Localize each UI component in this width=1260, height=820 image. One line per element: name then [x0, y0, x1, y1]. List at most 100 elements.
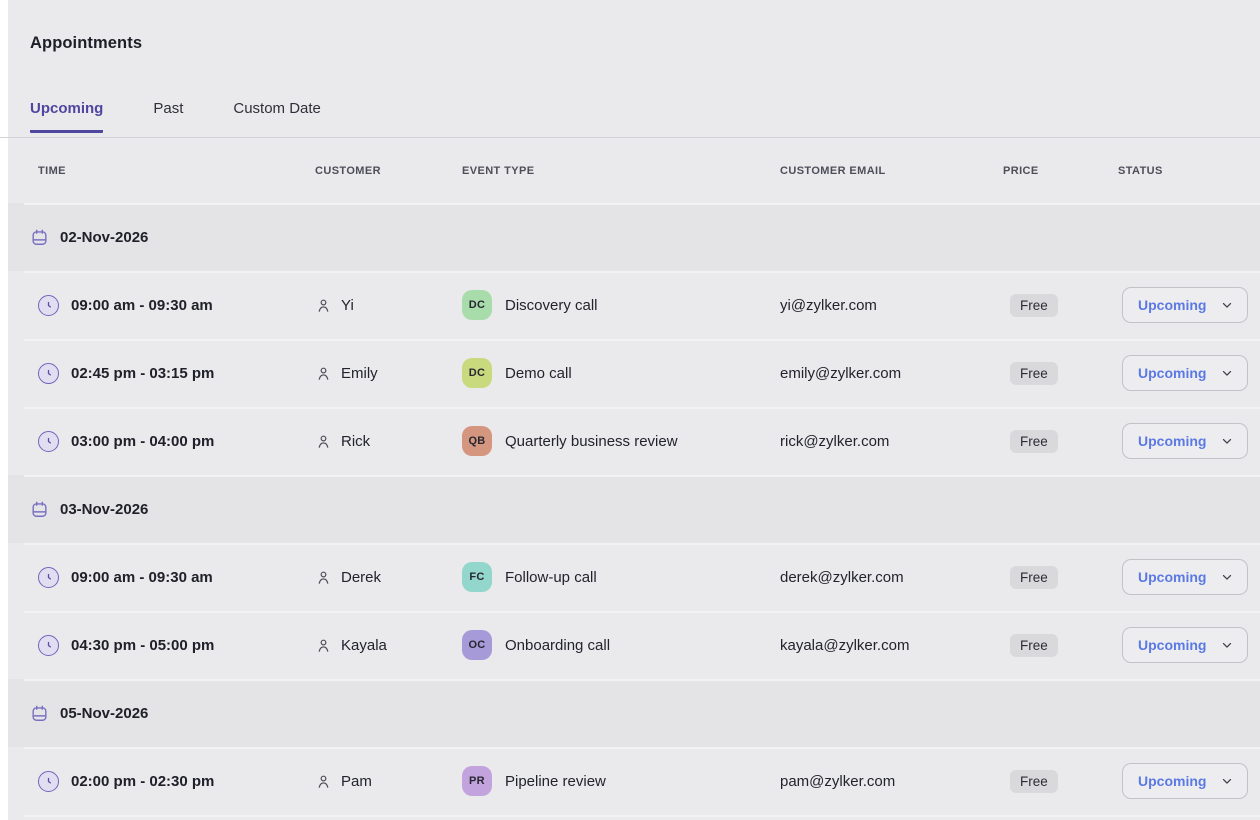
date-group-label: 03-Nov-2026	[60, 501, 148, 518]
customer-email: emily@zylker.com	[780, 365, 1003, 382]
appointment-time: 03:00 pm - 04:00 pm	[71, 433, 214, 450]
event-type-badge: PR	[462, 766, 492, 796]
clock-icon	[38, 363, 59, 384]
appointment-row[interactable]: 03:00 pm - 04:00 pm Rick QB Quarterly bu…	[8, 407, 1260, 475]
person-icon	[315, 569, 332, 586]
status-cell: Upcoming	[1118, 559, 1260, 595]
price-badge: Free	[1010, 770, 1058, 793]
price-badge: Free	[1010, 634, 1058, 657]
price-badge: Free	[1010, 362, 1058, 385]
person-icon	[315, 637, 332, 654]
appointment-row[interactable]: 09:00 am - 09:30 am Yi DC Discovery call…	[8, 271, 1260, 339]
chevron-down-icon	[1220, 434, 1234, 448]
event-type-cell: QB Quarterly business review	[462, 426, 780, 456]
chevron-down-icon	[1220, 366, 1234, 380]
status-dropdown-value: Upcoming	[1138, 773, 1206, 789]
column-header-customer-email: CUSTOMER EMAIL	[780, 165, 1003, 177]
price-cell: Free	[1003, 770, 1118, 793]
appointment-time: 02:45 pm - 03:15 pm	[71, 365, 214, 382]
event-type-name: Pipeline review	[505, 773, 606, 790]
event-type-name: Discovery call	[505, 297, 598, 314]
customer-cell: Yi	[315, 297, 462, 314]
tab-upcoming[interactable]: Upcoming	[30, 99, 103, 133]
calendar-icon	[30, 704, 49, 723]
person-icon	[315, 365, 332, 382]
clock-icon	[38, 295, 59, 316]
clock-icon	[38, 771, 59, 792]
customer-cell: Kayala	[315, 637, 462, 654]
appointment-row[interactable]: 09:00 am - 09:30 am Derek FC Follow-up c…	[8, 543, 1260, 611]
time-cell: 02:45 pm - 03:15 pm	[8, 363, 315, 384]
status-dropdown[interactable]: Upcoming	[1122, 627, 1248, 663]
status-dropdown[interactable]: Upcoming	[1122, 287, 1248, 323]
event-type-badge: FC	[462, 562, 492, 592]
calendar-icon	[30, 500, 49, 519]
event-type-badge: QB	[462, 426, 492, 456]
customer-name: Pam	[341, 773, 372, 790]
price-cell: Free	[1003, 566, 1118, 589]
customer-name: Derek	[341, 569, 381, 586]
person-icon	[315, 297, 332, 314]
customer-name: Yi	[341, 297, 354, 314]
event-type-cell: FC Follow-up call	[462, 562, 780, 592]
status-dropdown[interactable]: Upcoming	[1122, 355, 1248, 391]
page-title: Appointments	[30, 34, 142, 53]
column-header-time: TIME	[8, 165, 315, 177]
chevron-down-icon	[1220, 774, 1234, 788]
tab-custom-date[interactable]: Custom Date	[233, 99, 321, 133]
event-type-name: Quarterly business review	[505, 433, 678, 450]
customer-name: Kayala	[341, 637, 387, 654]
customer-cell: Derek	[315, 569, 462, 586]
customer-email: rick@zylker.com	[780, 433, 1003, 450]
price-cell: Free	[1003, 294, 1118, 317]
appointment-time: 04:30 pm - 05:00 pm	[71, 637, 214, 654]
chevron-down-icon	[1220, 570, 1234, 584]
time-cell: 03:00 pm - 04:00 pm	[8, 431, 315, 452]
person-icon	[315, 773, 332, 790]
tab-bar: Upcoming Past Custom Date	[30, 99, 321, 133]
status-dropdown-value: Upcoming	[1138, 297, 1206, 313]
table-header-row: TIME CUSTOMER EVENT TYPE CUSTOMER EMAIL …	[8, 138, 1260, 203]
tab-past[interactable]: Past	[153, 99, 183, 133]
appointment-time: 02:00 pm - 02:30 pm	[71, 773, 214, 790]
event-type-name: Onboarding call	[505, 637, 610, 654]
price-badge: Free	[1010, 430, 1058, 453]
time-cell: 09:00 am - 09:30 am	[8, 567, 315, 588]
event-type-cell: OC Onboarding call	[462, 630, 780, 660]
customer-email: derek@zylker.com	[780, 569, 1003, 586]
event-type-badge: OC	[462, 630, 492, 660]
status-dropdown[interactable]: Upcoming	[1122, 763, 1248, 799]
status-dropdown-value: Upcoming	[1138, 433, 1206, 449]
customer-name: Rick	[341, 433, 370, 450]
chevron-down-icon	[1220, 298, 1234, 312]
status-dropdown[interactable]: Upcoming	[1122, 559, 1248, 595]
appointments-page: Appointments Upcoming Past Custom Date T…	[8, 0, 1260, 820]
price-badge: Free	[1010, 294, 1058, 317]
customer-cell: Emily	[315, 365, 462, 382]
calendar-icon	[30, 228, 49, 247]
chevron-down-icon	[1220, 638, 1234, 652]
status-dropdown[interactable]: Upcoming	[1122, 423, 1248, 459]
event-type-name: Demo call	[505, 365, 572, 382]
time-cell: 09:00 am - 09:30 am	[8, 295, 315, 316]
appointment-row[interactable]: 04:30 pm - 05:00 pm Kayala OC Onboarding…	[8, 611, 1260, 679]
status-cell: Upcoming	[1118, 627, 1260, 663]
event-type-badge: DC	[462, 358, 492, 388]
column-header-event-type: EVENT TYPE	[462, 165, 780, 177]
status-dropdown-value: Upcoming	[1138, 637, 1206, 653]
event-type-cell: DC Discovery call	[462, 290, 780, 320]
status-cell: Upcoming	[1118, 355, 1260, 391]
date-group-header: 03-Nov-2026	[8, 475, 1260, 543]
customer-cell: Rick	[315, 433, 462, 450]
appointment-time: 09:00 am - 09:30 am	[71, 297, 213, 314]
event-type-cell: DC Demo call	[462, 358, 780, 388]
date-group-header: 02-Nov-2026	[8, 203, 1260, 271]
column-header-price: PRICE	[1003, 165, 1118, 177]
customer-email: yi@zylker.com	[780, 297, 1003, 314]
event-type-name: Follow-up call	[505, 569, 597, 586]
status-cell: Upcoming	[1118, 287, 1260, 323]
appointment-row[interactable]: 02:00 pm - 02:30 pm Pam PR Pipeline revi…	[8, 747, 1260, 815]
appointments-table-body: 02-Nov-2026 09:00 am - 09:30 am Yi DC Di…	[8, 203, 1260, 817]
customer-email: pam@zylker.com	[780, 773, 1003, 790]
appointment-row[interactable]: 02:45 pm - 03:15 pm Emily DC Demo call e…	[8, 339, 1260, 407]
